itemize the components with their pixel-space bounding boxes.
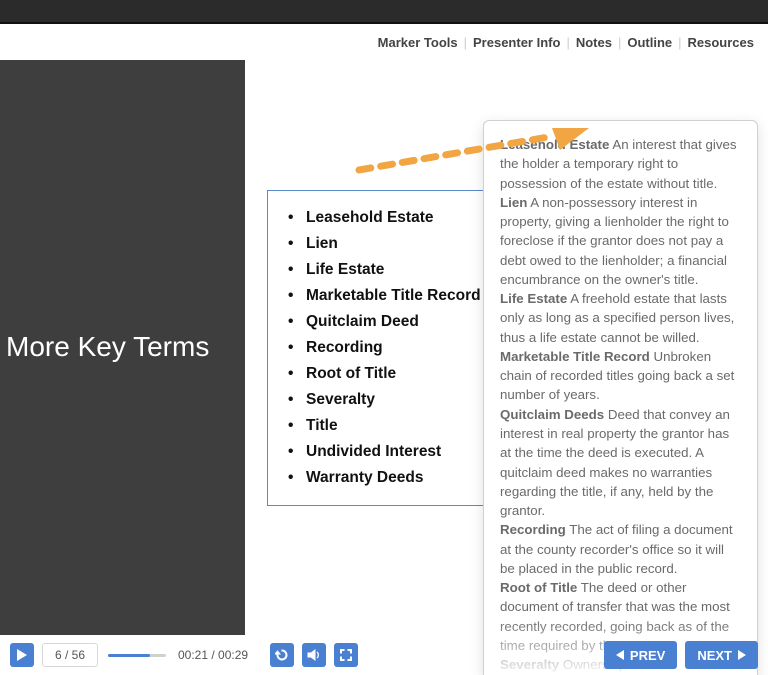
key-terms-box: Leasehold Estate Lien Life Estate Market… <box>267 190 502 506</box>
time-display: 00:21 / 00:29 <box>178 648 248 662</box>
replay-button[interactable] <box>270 643 294 667</box>
play-icon <box>17 649 27 661</box>
tab-separator: | <box>618 35 621 50</box>
list-item: Lien <box>288 231 491 257</box>
tab-resources[interactable]: Resources <box>688 35 754 50</box>
list-item: Quitclaim Deed <box>288 309 491 335</box>
chevron-right-icon <box>738 650 746 660</box>
list-item: Undivided Interest <box>288 439 491 465</box>
slide-counter: 6 / 56 <box>42 643 98 667</box>
player-controls: 6 / 56 00:21 / 00:29 PREV NEXT <box>0 635 768 675</box>
list-item: Marketable Title Record <box>288 283 491 309</box>
tab-marker-tools[interactable]: Marker Tools <box>378 35 458 50</box>
list-item: Severalty <box>288 387 491 413</box>
tab-outline[interactable]: Outline <box>627 35 672 50</box>
tab-separator: | <box>464 35 467 50</box>
list-item: Root of Title <box>288 361 491 387</box>
slide-title: More Key Terms <box>0 332 215 363</box>
fullscreen-icon <box>340 649 352 661</box>
app-topbar <box>0 0 768 24</box>
slide-title-panel: More Key Terms <box>0 60 245 635</box>
chevron-left-icon <box>616 650 624 660</box>
volume-icon <box>307 648 321 662</box>
tab-presenter-info[interactable]: Presenter Info <box>473 35 560 50</box>
tab-notes[interactable]: Notes <box>576 35 612 50</box>
next-label: NEXT <box>697 648 732 663</box>
volume-button[interactable] <box>302 643 326 667</box>
list-item: Life Estate <box>288 257 491 283</box>
replay-icon <box>275 648 289 662</box>
fullscreen-button[interactable] <box>334 643 358 667</box>
list-item: Title <box>288 413 491 439</box>
tab-separator: | <box>678 35 681 50</box>
notes-content: Leasehold Estate An interest that gives … <box>500 135 741 674</box>
progress-bar[interactable] <box>108 654 166 657</box>
notes-popover[interactable]: Leasehold Estate An interest that gives … <box>483 120 758 675</box>
play-button[interactable] <box>10 643 34 667</box>
tab-separator: | <box>566 35 569 50</box>
prev-label: PREV <box>630 648 665 663</box>
key-terms-list: Leasehold Estate Lien Life Estate Market… <box>288 205 491 491</box>
next-button[interactable]: NEXT <box>685 641 758 669</box>
tab-bar: Marker Tools | Presenter Info | Notes | … <box>0 24 768 60</box>
list-item: Recording <box>288 335 491 361</box>
list-item: Warranty Deeds <box>288 465 491 491</box>
prev-button[interactable]: PREV <box>604 641 677 669</box>
progress-fill <box>108 654 150 657</box>
list-item: Leasehold Estate <box>288 205 491 231</box>
